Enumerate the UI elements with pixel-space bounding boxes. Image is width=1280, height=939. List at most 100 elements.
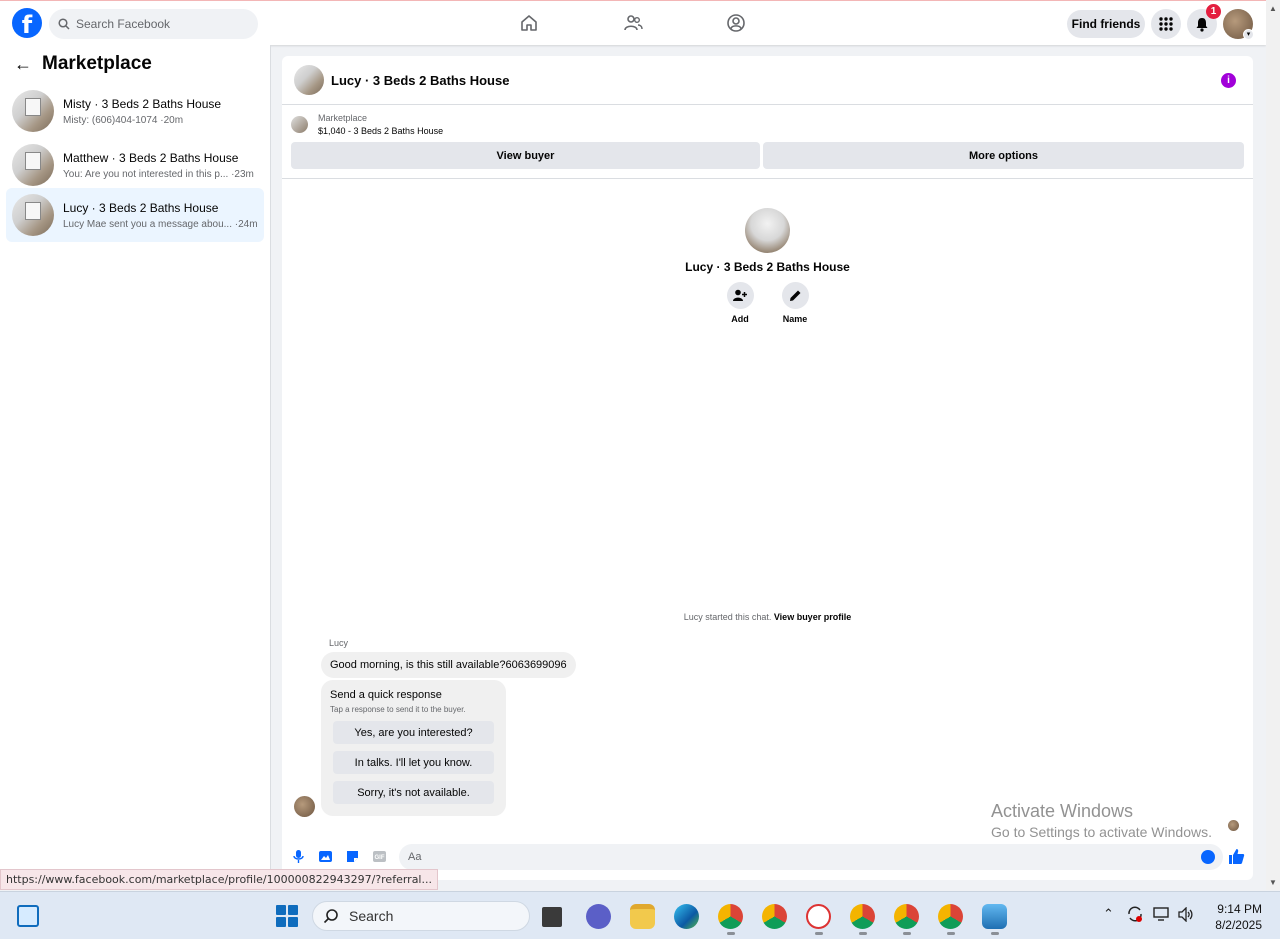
running-indicator: [991, 932, 999, 935]
page-scrollbar[interactable]: [1266, 0, 1280, 890]
conversation-preview: Misty: (606)404-1074 ·20m: [63, 114, 184, 126]
volume-icon[interactable]: [1178, 907, 1194, 922]
snipping-tool-icon[interactable]: [806, 904, 831, 929]
thumbs-up-icon[interactable]: [1228, 848, 1245, 865]
message-input[interactable]: Aa: [399, 844, 1223, 870]
chevron-down-icon[interactable]: ▾: [1243, 29, 1254, 40]
svg-text:GIF: GIF: [375, 855, 385, 861]
find-friends-button[interactable]: Find friends: [1067, 10, 1145, 38]
quick-reply-button[interactable]: Sorry, it's not available.: [333, 781, 494, 804]
chrome-browser-icon[interactable]: [762, 904, 787, 929]
menu-button[interactable]: [1151, 9, 1181, 39]
file-explorer-icon[interactable]: [630, 904, 655, 929]
profile-name: Lucy · 3 Beds 2 Baths House: [685, 260, 850, 274]
quick-reply-button[interactable]: In talks. I'll let you know.: [333, 751, 494, 774]
read-receipt-avatar: [1228, 820, 1239, 831]
chevron-up-icon[interactable]: ⌃: [1103, 906, 1114, 922]
widgets-icon[interactable]: [17, 905, 39, 927]
watermark-line-2: Go to Settings to activate Windows.: [991, 824, 1212, 840]
view-buyer-button[interactable]: View buyer: [291, 142, 760, 169]
sidebar-title: Marketplace: [42, 53, 152, 74]
sync-icon[interactable]: [1126, 905, 1144, 923]
conversation-item[interactable]: Misty · 3 Beds 2 Baths House Misty: (606…: [6, 84, 264, 138]
view-buyer-profile-link[interactable]: View buyer profile: [774, 612, 851, 622]
info-icon[interactable]: i: [1221, 73, 1236, 88]
conversation-title: Matthew · 3 Beds 2 Baths House: [63, 150, 239, 165]
name-button[interactable]: Name: [781, 282, 809, 324]
chrome-browser-icon[interactable]: [718, 904, 743, 929]
activate-windows-watermark: Activate Windows Go to Settings to activ…: [991, 801, 1212, 840]
quick-reply-button[interactable]: Yes, are you interested?: [333, 721, 494, 744]
started-text: Lucy started this chat.: [683, 612, 772, 622]
sender-avatar[interactable]: [294, 796, 315, 817]
listing-thumbnail: [12, 90, 54, 132]
chat-title[interactable]: Lucy · 3 Beds 2 Baths House: [331, 73, 509, 88]
grid-menu-icon: [1159, 17, 1173, 31]
clock-time: 9:14 PM: [1217, 902, 1262, 916]
profile-thumbnail[interactable]: [745, 208, 790, 253]
sidebar-header: ← Marketplace: [14, 53, 152, 75]
friends-icon[interactable]: [623, 13, 643, 33]
top-navigation-bar: f Search Facebook Find friends 1 ▾: [0, 0, 1266, 45]
more-options-button[interactable]: More options: [763, 142, 1244, 169]
conversation-title: Lucy · 3 Beds 2 Baths House: [63, 200, 219, 215]
task-view-icon[interactable]: [542, 907, 562, 927]
edge-browser-icon[interactable]: [674, 904, 699, 929]
listing-price[interactable]: $1,040 - 3 Beds 2 Baths House: [318, 126, 443, 136]
chat-started-notice: Lucy started this chat. View buyer profi…: [282, 612, 1253, 622]
marketplace-inbox-sidebar: ← Marketplace Misty · 3 Beds 2 Baths Hou…: [0, 45, 271, 890]
scroll-up-arrow-icon[interactable]: ▲: [1269, 4, 1277, 13]
message-input-placeholder: Aa: [408, 851, 422, 863]
conversation-title: Misty · 3 Beds 2 Baths House: [63, 96, 222, 111]
conversation-item-active[interactable]: Lucy · 3 Beds 2 Baths House Lucy Mae sen…: [6, 188, 264, 242]
link-status-url: https://www.facebook.com/marketplace/pro…: [0, 869, 438, 890]
start-menu-icon[interactable]: [276, 905, 298, 927]
listing-thumbnail: [12, 144, 54, 186]
running-indicator: [947, 932, 955, 935]
notifications-button[interactable]: 1: [1187, 4, 1221, 39]
network-icon[interactable]: [1153, 906, 1171, 922]
watermark-line-1: Activate Windows: [991, 801, 1134, 821]
running-indicator: [727, 932, 735, 935]
home-icon[interactable]: [519, 13, 539, 33]
scroll-down-arrow-icon[interactable]: ▼: [1269, 878, 1277, 887]
message-composer: GIF Aa: [282, 844, 1253, 870]
teams-meet-icon[interactable]: [586, 904, 611, 929]
chrome-profile-icon[interactable]: [894, 904, 919, 929]
running-indicator: [903, 932, 911, 935]
search-icon: [323, 909, 338, 924]
photos-app-icon[interactable]: [982, 904, 1007, 929]
quick-response-title: Send a quick response: [330, 689, 442, 701]
taskbar-search[interactable]: Search: [312, 901, 530, 931]
emoji-icon[interactable]: [1201, 850, 1215, 864]
chrome-profile-icon[interactable]: [938, 904, 963, 929]
conversation-item[interactable]: Matthew · 3 Beds 2 Baths House You: Are …: [6, 138, 264, 192]
bell-icon: [1196, 17, 1208, 32]
taskbar-search-label: Search: [349, 908, 394, 924]
add-person-icon: [733, 289, 747, 301]
chat-header: Lucy · 3 Beds 2 Baths House i: [282, 56, 1253, 105]
profile-icon[interactable]: [726, 13, 746, 33]
search-placeholder: Search Facebook: [76, 17, 171, 31]
notification-badge: 1: [1206, 4, 1221, 19]
conversation-preview: You: Are you not interested in this p...…: [63, 168, 254, 180]
system-clock[interactable]: 9:14 PM 8/2/2025: [1204, 901, 1262, 933]
name-label: Name: [782, 314, 808, 324]
search-input[interactable]: Search Facebook: [49, 9, 258, 39]
back-arrow-icon[interactable]: ←: [14, 54, 32, 75]
microphone-icon[interactable]: [291, 849, 306, 864]
add-button[interactable]: Add: [726, 282, 754, 324]
chat-panel: Lucy · 3 Beds 2 Baths House i Marketplac…: [282, 56, 1253, 880]
running-indicator: [815, 932, 823, 935]
facebook-logo[interactable]: f: [12, 8, 42, 39]
listing-thumbnail: [12, 194, 54, 236]
sticker-icon[interactable]: [345, 849, 360, 864]
chat-listing-thumbnail[interactable]: [294, 65, 324, 95]
photo-icon[interactable]: [318, 849, 333, 864]
sender-name: Lucy: [329, 638, 349, 648]
conversation-preview: Lucy Mae sent you a message abou... ·24m: [63, 218, 258, 230]
gif-icon[interactable]: GIF: [372, 849, 387, 864]
add-label: Add: [731, 314, 749, 324]
running-indicator: [859, 932, 867, 935]
chrome-profile-icon[interactable]: [850, 904, 875, 929]
